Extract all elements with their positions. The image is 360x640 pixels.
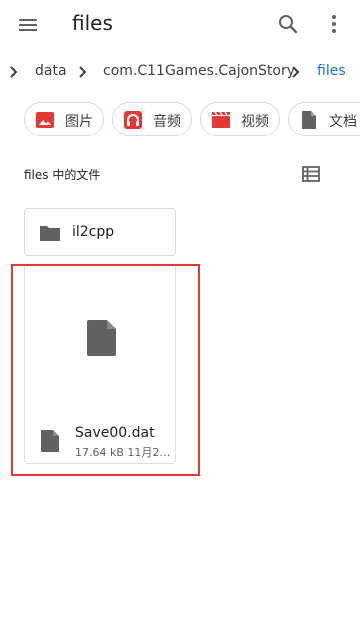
filter-chips: 图片 音频 视频 文档 <box>0 102 360 138</box>
chevron-right-icon <box>75 64 91 80</box>
breadcrumb-item-package[interactable]: com.C11Games.CajonStory <box>103 63 295 79</box>
more-vert-icon[interactable] <box>322 12 346 36</box>
folder-card-il2cpp[interactable]: il2cpp <box>24 208 176 256</box>
folder-icon <box>39 222 61 244</box>
page-title: files <box>72 11 113 35</box>
menu-icon[interactable] <box>16 13 40 37</box>
breadcrumb-item-data[interactable]: data <box>35 63 67 79</box>
chip-documents[interactable]: 文档 <box>288 102 360 136</box>
chip-label: 视频 <box>241 114 269 130</box>
app-bar: files <box>0 0 360 50</box>
document-icon <box>299 110 319 130</box>
selection-highlight <box>11 264 200 476</box>
chevron-right-icon <box>288 64 304 80</box>
image-icon <box>35 110 55 130</box>
chevron-right-icon <box>6 64 22 80</box>
search-icon[interactable] <box>276 12 300 36</box>
breadcrumb-item-files[interactable]: files <box>317 63 346 79</box>
section-title: files 中的文件 <box>24 168 101 182</box>
list-view-icon[interactable] <box>300 163 322 185</box>
folder-name: il2cpp <box>72 224 115 240</box>
video-clapper-icon <box>211 110 231 130</box>
chip-label: 图片 <box>65 114 93 130</box>
chip-label: 文档 <box>329 114 357 130</box>
chip-video[interactable]: 视频 <box>200 102 280 136</box>
headphones-icon <box>123 110 143 130</box>
breadcrumb: data com.C11Games.CajonStory files <box>0 58 360 88</box>
chip-audio[interactable]: 音频 <box>112 102 192 136</box>
chip-images[interactable]: 图片 <box>24 102 104 136</box>
chip-label: 音频 <box>153 114 181 130</box>
